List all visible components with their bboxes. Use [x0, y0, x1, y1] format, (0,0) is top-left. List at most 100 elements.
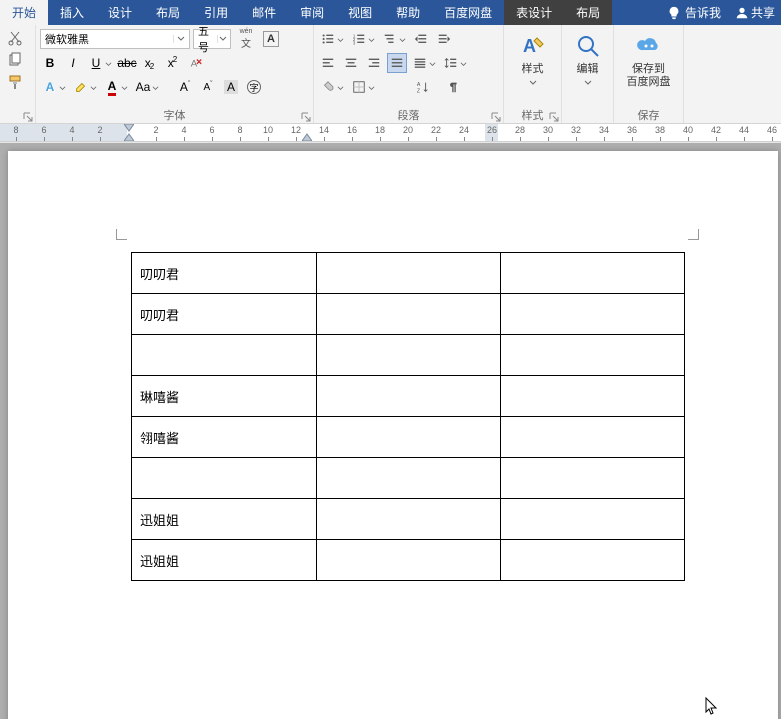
table-cell[interactable] — [317, 376, 501, 417]
font-name-combo[interactable]: 微软雅黑 — [40, 29, 190, 49]
table-cell[interactable] — [317, 335, 501, 376]
strikethrough-button[interactable]: abc — [117, 53, 137, 73]
table-row[interactable] — [132, 335, 685, 376]
tab-mailings[interactable]: 邮件 — [240, 0, 288, 25]
shrink-font-button[interactable]: Aˇ — [198, 77, 218, 97]
bold-button[interactable]: B — [40, 53, 60, 73]
font-launcher-icon[interactable] — [301, 112, 311, 122]
hanging-indent-marker[interactable] — [124, 133, 134, 141]
cut-button[interactable] — [6, 29, 24, 47]
svg-text:Z: Z — [417, 88, 421, 94]
character-shading-button[interactable]: A — [221, 77, 241, 97]
styles-button[interactable]: A 样式 — [512, 27, 554, 103]
table-cell[interactable] — [501, 294, 685, 335]
multilevel-list-button[interactable] — [380, 29, 408, 49]
page[interactable]: 叨叨君叨叨君琳嘻酱翎嘻酱迅姐姐迅姐姐 — [8, 151, 778, 719]
bullets-button[interactable] — [318, 29, 346, 49]
group-font-label: 字体 — [36, 107, 313, 123]
increase-indent-button[interactable] — [434, 29, 454, 49]
table-cell[interactable] — [501, 335, 685, 376]
tab-insert[interactable]: 插入 — [48, 0, 96, 25]
table-cell[interactable] — [501, 376, 685, 417]
sort-button[interactable]: AZ — [413, 77, 441, 97]
table-row[interactable] — [132, 458, 685, 499]
table-cell[interactable] — [132, 335, 317, 376]
tell-me[interactable]: 告诉我 — [659, 0, 729, 25]
table-cell[interactable]: 迅姐姐 — [132, 499, 317, 540]
tab-home[interactable]: 开始 — [0, 0, 48, 25]
table-row[interactable]: 翎嘻酱 — [132, 417, 685, 458]
clipboard-launcher-icon[interactable] — [23, 112, 33, 122]
tab-baidu[interactable]: 百度网盘 — [432, 0, 504, 25]
tab-layout[interactable]: 布局 — [144, 0, 192, 25]
format-painter-button[interactable] — [6, 73, 24, 91]
highlight-button[interactable] — [71, 77, 99, 97]
phonetic-guide-button[interactable]: wén 文 — [234, 29, 258, 49]
copy-button[interactable] — [6, 51, 24, 69]
text-effects-button[interactable]: A — [40, 77, 68, 97]
document-area[interactable]: 叨叨君叨叨君琳嘻酱翎嘻酱迅姐姐迅姐姐 — [0, 143, 781, 719]
tab-table-layout[interactable]: 布局 — [564, 0, 612, 25]
share-button[interactable]: 共享 — [729, 0, 781, 25]
decrease-indent-button[interactable] — [411, 29, 431, 49]
tab-help[interactable]: 帮助 — [384, 0, 432, 25]
align-right-button[interactable] — [364, 53, 384, 73]
table-row[interactable]: 叨叨君 — [132, 294, 685, 335]
table-cell[interactable] — [132, 458, 317, 499]
table-cell[interactable] — [501, 540, 685, 581]
table-cell[interactable] — [317, 294, 501, 335]
ruler-tick — [716, 137, 717, 141]
show-marks-button[interactable] — [444, 77, 464, 97]
table-cell[interactable] — [317, 458, 501, 499]
right-indent-marker[interactable] — [302, 133, 312, 141]
table-cell[interactable]: 琳嘻酱 — [132, 376, 317, 417]
table-cell[interactable] — [501, 417, 685, 458]
save-baidu-button[interactable]: 保存到 百度网盘 — [621, 27, 677, 103]
font-size-combo[interactable]: 五号 — [193, 29, 231, 49]
paragraph-launcher-icon[interactable] — [491, 112, 501, 122]
table-cell[interactable]: 叨叨君 — [132, 253, 317, 294]
table-cell[interactable] — [317, 499, 501, 540]
subscript-button[interactable]: x2 — [140, 53, 160, 73]
tab-review[interactable]: 审阅 — [288, 0, 336, 25]
tab-references[interactable]: 引用 — [192, 0, 240, 25]
tab-table-design[interactable]: 表设计 — [504, 0, 564, 25]
align-justify-button[interactable] — [387, 53, 407, 73]
table-cell[interactable]: 叨叨君 — [132, 294, 317, 335]
table-row[interactable]: 迅姐姐 — [132, 540, 685, 581]
clear-formatting-button[interactable]: A — [186, 53, 206, 73]
table-cell[interactable] — [501, 253, 685, 294]
underline-button[interactable]: U — [86, 53, 114, 73]
change-case-button[interactable]: Aa — [133, 77, 161, 97]
table-cell[interactable] — [501, 499, 685, 540]
table-cell[interactable]: 迅姐姐 — [132, 540, 317, 581]
styles-launcher-icon[interactable] — [549, 112, 559, 122]
align-left-button[interactable] — [318, 53, 338, 73]
enclose-character-button[interactable]: 字 — [244, 77, 264, 97]
table-cell[interactable] — [317, 253, 501, 294]
table-cell[interactable] — [317, 540, 501, 581]
table-cell[interactable] — [317, 417, 501, 458]
first-line-indent-marker[interactable] — [124, 124, 134, 132]
superscript-button[interactable]: x2 — [163, 53, 183, 73]
tab-view[interactable]: 视图 — [336, 0, 384, 25]
numbering-button[interactable]: 123 — [349, 29, 377, 49]
table-cell[interactable]: 翎嘻酱 — [132, 417, 317, 458]
editing-button[interactable]: 编辑 — [567, 27, 609, 103]
table-row[interactable]: 琳嘻酱 — [132, 376, 685, 417]
grow-font-button[interactable]: Aˆ — [175, 77, 195, 97]
tab-design[interactable]: 设计 — [96, 0, 144, 25]
document-table[interactable]: 叨叨君叨叨君琳嘻酱翎嘻酱迅姐姐迅姐姐 — [131, 252, 685, 581]
horizontal-ruler[interactable]: 8642246810121416182022242628303234363840… — [0, 124, 781, 142]
borders-button[interactable] — [349, 77, 377, 97]
table-cell[interactable] — [501, 458, 685, 499]
align-distribute-button[interactable] — [410, 53, 438, 73]
character-border-button[interactable]: A — [261, 29, 281, 49]
table-row[interactable]: 迅姐姐 — [132, 499, 685, 540]
italic-button[interactable]: I — [63, 53, 83, 73]
align-center-button[interactable] — [341, 53, 361, 73]
table-row[interactable]: 叨叨君 — [132, 253, 685, 294]
shading-button[interactable] — [318, 77, 346, 97]
font-color-button[interactable]: A — [102, 77, 130, 97]
line-spacing-button[interactable] — [441, 53, 469, 73]
